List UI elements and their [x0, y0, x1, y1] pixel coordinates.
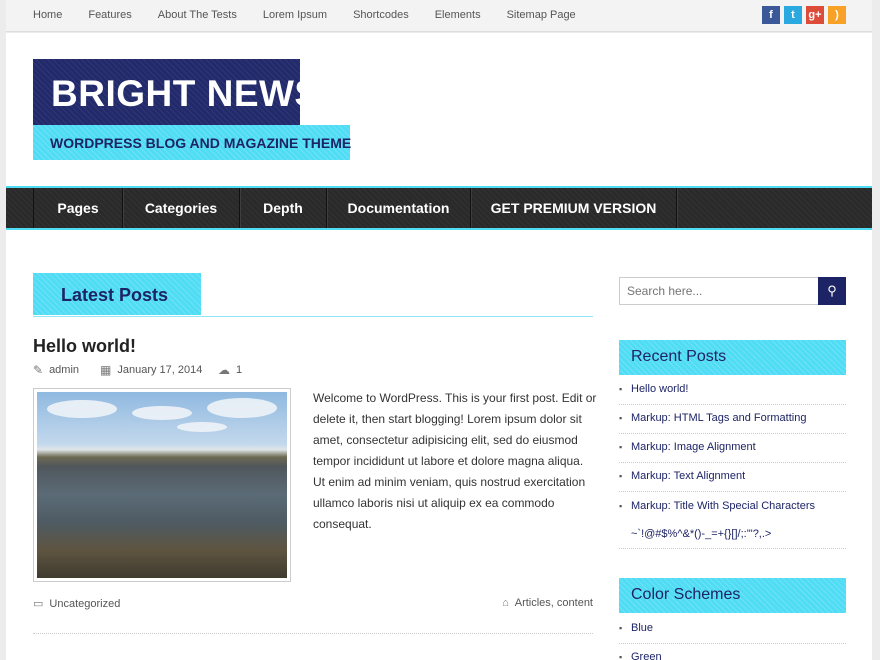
nav-label: Documentation	[347, 200, 450, 216]
section-title: Latest Posts	[61, 285, 169, 305]
divider	[33, 316, 593, 317]
water-image	[37, 392, 287, 578]
topnav-elements[interactable]: Elements	[435, 9, 481, 21]
page-container: BRIGHT NEWS WORDPRESS BLOG AND MAGAZINE …	[6, 33, 872, 660]
pencil-icon: ✎	[33, 363, 44, 377]
topnav-home[interactable]: Home	[33, 9, 62, 21]
search-input[interactable]	[619, 277, 819, 305]
folder-icon: ▭	[33, 598, 44, 610]
topnav-about[interactable]: About The Tests	[158, 9, 237, 21]
post-comments: ☁ 1	[218, 363, 242, 377]
nav-documentation[interactable]: Documentation	[327, 188, 471, 228]
tags-links[interactable]: Articles, content	[515, 597, 593, 609]
nav-label: Depth	[263, 200, 303, 216]
topnav-sitemap[interactable]: Sitemap Page	[507, 9, 576, 21]
search-button[interactable]: ⚲	[818, 277, 846, 305]
recent-post-item[interactable]: Markup: Text Alignment	[619, 463, 846, 492]
nav-label: Categories	[144, 200, 218, 216]
topnav-features[interactable]: Features	[88, 9, 131, 21]
post-date: ▦ January 17, 2014	[100, 363, 202, 377]
date-text: January 17, 2014	[117, 364, 203, 376]
twitter-icon[interactable]: t	[784, 6, 802, 24]
color-schemes-list: Blue Green	[619, 615, 846, 660]
comment-icon: ☁	[218, 363, 230, 377]
nav-label: Pages	[57, 200, 99, 216]
tagline-box: WORDPRESS BLOG AND MAGAZINE THEME	[33, 125, 352, 160]
category-link[interactable]: Uncategorized	[49, 598, 120, 610]
top-navigation: Home Features About The Tests Lorem Ipsu…	[33, 9, 602, 21]
post-thumbnail[interactable]	[33, 388, 291, 582]
main-navigation: Pages Categories Depth Documentation GET…	[6, 186, 872, 230]
widget-title: Recent Posts	[631, 348, 727, 365]
calendar-icon: ▦	[100, 363, 112, 377]
recent-posts-list: Hello world! Markup: HTML Tags and Forma…	[619, 376, 846, 549]
comment-count[interactable]: 1	[236, 364, 242, 376]
social-links: f t g+ )	[758, 6, 846, 24]
nav-label: GET PREMIUM VERSION	[490, 200, 657, 216]
site-logo[interactable]: BRIGHT NEWS	[33, 59, 319, 125]
latest-posts-header: Latest Posts	[33, 273, 201, 315]
post-title[interactable]: Hello world!	[33, 336, 136, 357]
post-author: ✎ admin	[33, 363, 79, 377]
post-excerpt: Welcome to WordPress. This is your first…	[313, 391, 597, 531]
topnav-shortcodes[interactable]: Shortcodes	[353, 9, 409, 21]
search-icon: ⚲	[827, 283, 837, 298]
site-title[interactable]: BRIGHT NEWS	[51, 73, 320, 115]
scheme-item[interactable]: Green	[619, 644, 846, 660]
nav-pages[interactable]: Pages	[34, 188, 123, 228]
post-category: ▭ Uncategorized	[33, 597, 120, 611]
recent-post-item[interactable]: Markup: Title With Special Characters ~`…	[619, 492, 846, 549]
recent-post-item[interactable]: Markup: Image Alignment	[619, 434, 846, 463]
nav-premium[interactable]: GET PREMIUM VERSION	[471, 188, 677, 228]
widget-title: Color Schemes	[631, 586, 741, 603]
recent-post-item[interactable]: Markup: HTML Tags and Formatting	[619, 405, 846, 434]
facebook-icon[interactable]: f	[762, 6, 780, 24]
nav-depth[interactable]: Depth	[240, 188, 327, 228]
top-bar: Home Features About The Tests Lorem Ipsu…	[6, 0, 872, 32]
color-schemes-header: Color Schemes	[619, 578, 846, 613]
post-divider	[33, 633, 593, 634]
site-tagline: WORDPRESS BLOG AND MAGAZINE THEME	[50, 135, 352, 151]
google-plus-icon[interactable]: g+	[806, 6, 824, 24]
scheme-item[interactable]: Blue	[619, 615, 846, 644]
tag-icon: ⌂	[502, 597, 509, 609]
rss-icon[interactable]: )	[828, 6, 846, 24]
post-tags: ⌂ Articles, content	[502, 597, 593, 609]
author-link[interactable]: admin	[49, 364, 79, 376]
recent-post-item[interactable]: Hello world!	[619, 376, 846, 405]
nav-categories[interactable]: Categories	[123, 188, 240, 228]
recent-posts-header: Recent Posts	[619, 340, 846, 375]
topnav-lorem-ipsum[interactable]: Lorem Ipsum	[263, 9, 327, 21]
